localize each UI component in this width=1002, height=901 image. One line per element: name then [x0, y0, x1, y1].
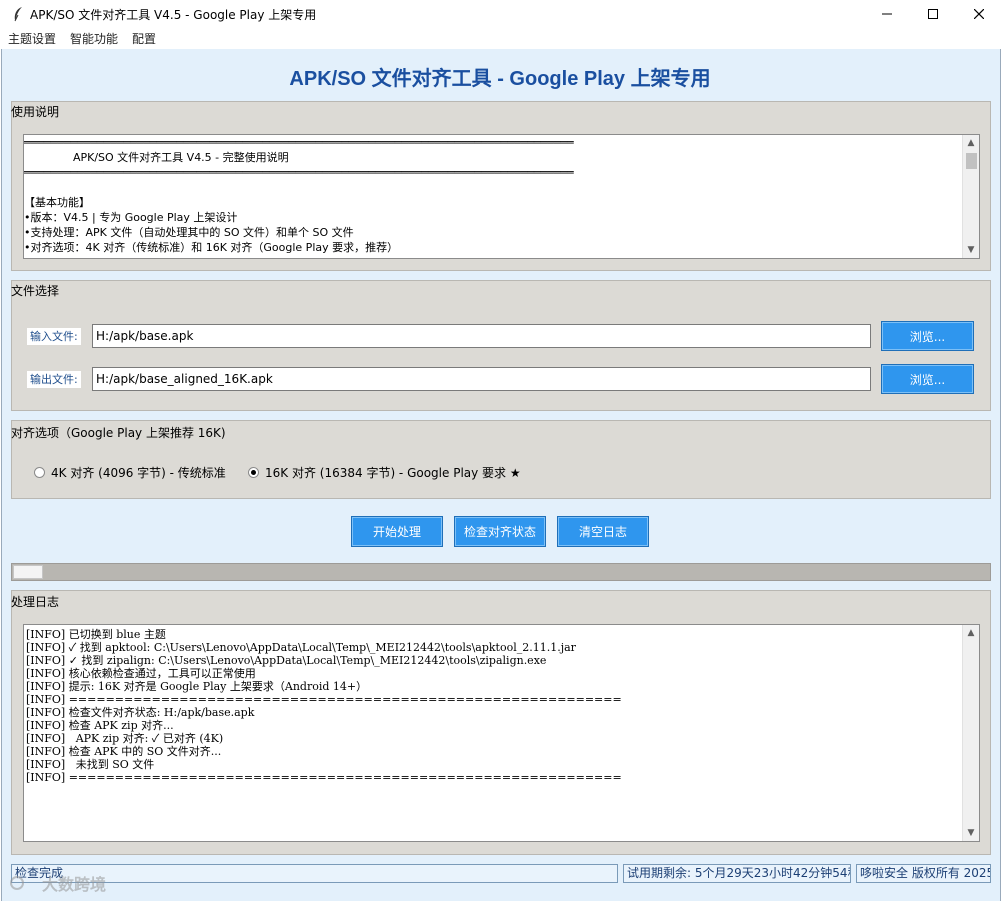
scroll-thumb[interactable] [966, 153, 977, 169]
menu-config[interactable]: 配置 [128, 30, 160, 47]
progress-bar [11, 563, 991, 581]
scroll-up-arrow-icon[interactable]: ▲ [963, 135, 979, 151]
radio-4k-indicator [34, 467, 45, 478]
log-scroll-down-arrow-icon[interactable]: ▼ [963, 825, 979, 841]
clear-log-button[interactable]: 清空日志 [557, 516, 649, 547]
radio-4k-label: 4K 对齐 (4096 字节) - 传统标准 [51, 466, 226, 480]
start-process-button[interactable]: 开始处理 [351, 516, 443, 547]
browse-input-button[interactable]: 浏览... [881, 321, 974, 351]
scroll-down-arrow-icon[interactable]: ▼ [963, 242, 979, 258]
output-file-label: 输出文件: [27, 371, 81, 388]
input-file-label: 输入文件: [27, 328, 81, 345]
feather-app-icon [8, 4, 28, 24]
menu-smart-features[interactable]: 智能功能 [66, 30, 122, 47]
log-section-label: 处理日志 [11, 595, 60, 609]
close-button[interactable] [956, 0, 1002, 28]
window-controls [864, 0, 1002, 28]
menu-bar: 主题设置 智能功能 配置 [0, 28, 1002, 49]
align-section-label: 对齐选项（Google Play 上架推荐 16K) [11, 426, 226, 440]
input-file-field[interactable]: H:/apk/base.apk [92, 324, 871, 348]
window-title: APK/SO 文件对齐工具 V4.5 - Google Play 上架专用 [30, 7, 317, 22]
watermark-logo-icon [10, 876, 24, 890]
progress-indicator [13, 565, 43, 579]
usage-text: ════════════════════════════════════════… [24, 136, 574, 254]
log-textbox[interactable]: [INFO] 已切换到 blue 主题 [INFO] ✓ 找到 apktool:… [23, 624, 980, 842]
minimize-button[interactable] [864, 0, 910, 28]
output-file-field[interactable]: H:/apk/base_aligned_16K.apk [92, 367, 871, 391]
usage-textbox[interactable]: ════════════════════════════════════════… [23, 134, 980, 259]
close-icon [974, 9, 984, 19]
usage-section-label: 使用说明 [11, 105, 60, 119]
watermark-text: 大数跨境 [42, 875, 107, 894]
check-alignment-button[interactable]: 检查对齐状态 [454, 516, 546, 547]
browse-output-button[interactable]: 浏览... [881, 364, 974, 394]
status-copyright: 哆啦安全 版权所有 2025 [856, 864, 991, 883]
status-trial: 试用期剩余: 5个月29天23小时42分钟54秒 [623, 864, 851, 883]
log-text: [INFO] 已切换到 blue 主题 [INFO] ✓ 找到 apktool:… [26, 628, 622, 784]
page-title: APK/SO 文件对齐工具 - Google Play 上架专用 [289, 68, 711, 90]
radio-16k-indicator [248, 467, 259, 478]
radio-16k[interactable]: 16K 对齐 (16384 字节) - Google Play 要求 ★ [248, 464, 521, 481]
menu-theme-settings[interactable]: 主题设置 [4, 30, 60, 47]
radio-4k[interactable]: 4K 对齐 (4096 字节) - 传统标准 [34, 464, 226, 481]
minimize-icon [882, 13, 892, 15]
file-select-section-label: 文件选择 [11, 284, 60, 298]
log-scroll-up-arrow-icon[interactable]: ▲ [963, 625, 979, 641]
maximize-icon [928, 9, 938, 19]
usage-scrollbar[interactable]: ▲ ▼ [962, 135, 979, 258]
title-bar: APK/SO 文件对齐工具 V4.5 - Google Play 上架专用 [0, 0, 1002, 28]
log-scrollbar[interactable]: ▲ ▼ [962, 625, 979, 841]
radio-16k-label: 16K 对齐 (16384 字节) - Google Play 要求 ★ [265, 466, 521, 480]
watermark: 大数跨境 [8, 871, 106, 895]
maximize-button[interactable] [910, 0, 956, 28]
